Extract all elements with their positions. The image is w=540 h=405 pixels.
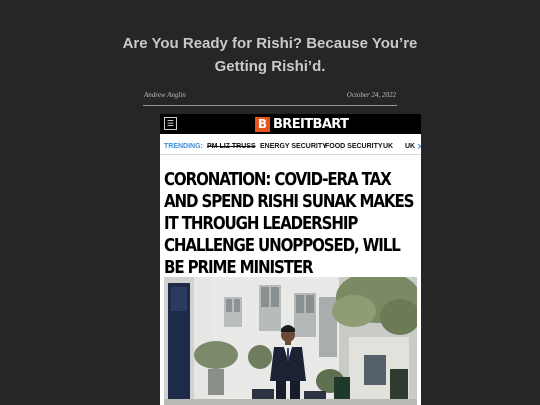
trending-bar: TRENDING: PM LIZ TRUSS ENERGY SECURITY F…	[160, 138, 421, 155]
photo-illustration	[164, 277, 417, 405]
author-name[interactable]: Andrew Anglin	[144, 91, 186, 99]
site-header: ☰ B BREITBART	[160, 114, 421, 134]
brand-logo-icon: B	[255, 116, 270, 132]
trending-item[interactable]: FOOD SECURITY	[325, 143, 383, 150]
article-headline[interactable]: CORONATION: COVID-ERA TAX AND SPEND RISH…	[164, 169, 419, 279]
chevron-right-icon[interactable]: ›	[417, 139, 421, 153]
rishi-sunak-walking-photo	[164, 277, 417, 405]
trending-item[interactable]: UK	[383, 143, 393, 150]
byline: Andrew Anglin October 24, 2022	[143, 91, 397, 106]
trending-item[interactable]: ENERGY SECURITY	[260, 143, 327, 150]
publish-date: October 24, 2022	[346, 91, 396, 99]
embedded-screenshot: ☰ B BREITBART TRENDING: PM LIZ TRUSS ENE…	[160, 114, 421, 405]
brand-name: BREITBART	[273, 116, 349, 132]
trending-label: TRENDING:	[164, 143, 203, 150]
site-logo[interactable]: B BREITBART	[255, 116, 349, 132]
trending-item[interactable]: UK	[405, 143, 415, 150]
article-title: Are You Ready for Rishi? Because You’re …	[122, 35, 418, 75]
trending-item[interactable]: PM LIZ TRUSS	[207, 143, 256, 150]
hamburger-menu-icon[interactable]: ☰	[164, 117, 177, 130]
